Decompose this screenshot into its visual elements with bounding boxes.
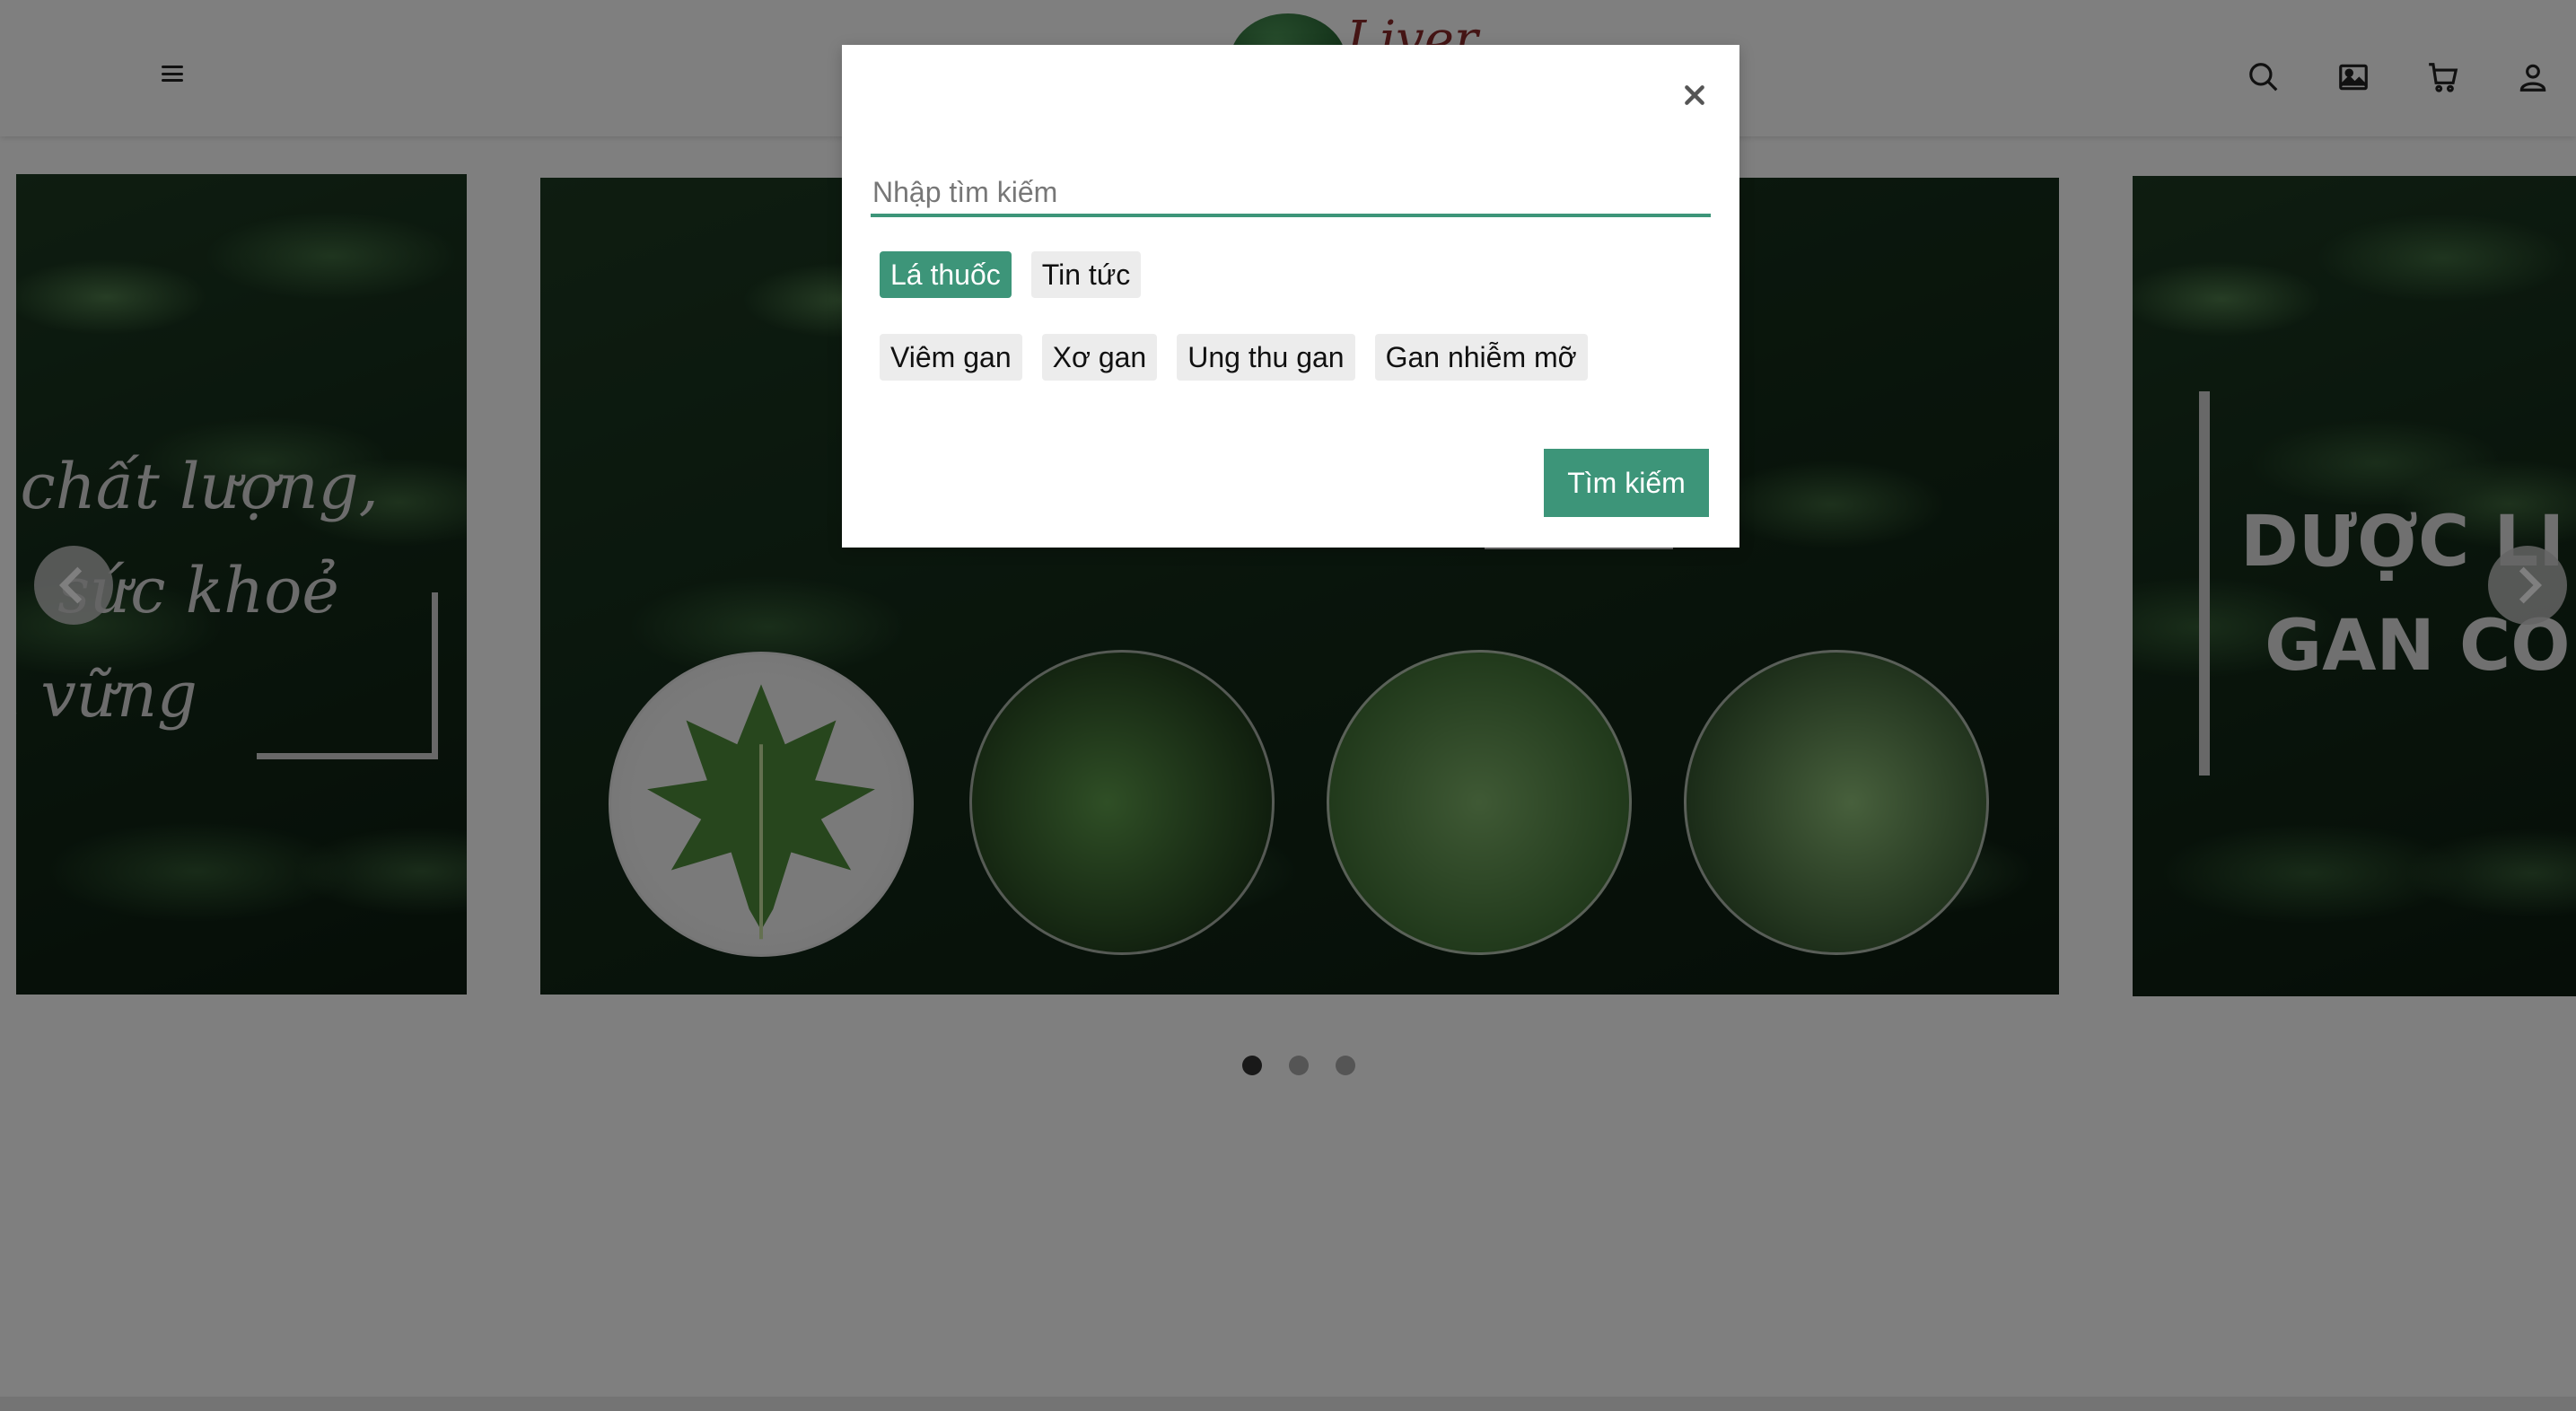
tag-chip-ung-thu-gan[interactable]: Ung thu gan [1177,334,1355,381]
category-chip-la-thuoc[interactable]: Lá thuốc [880,251,1012,298]
search-input[interactable] [871,171,1711,217]
search-modal: Lá thuốc Tin tức Viêm gan Xơ gan Ung thu… [842,45,1739,548]
search-tag-list: Viêm gan Xơ gan Ung thu gan Gan nhiễm mỡ [880,334,1588,381]
search-category-list: Lá thuốc Tin tức [880,251,1142,298]
tag-chip-xo-gan[interactable]: Xơ gan [1041,334,1158,381]
category-chip-tin-tuc[interactable]: Tin tức [1030,251,1142,298]
search-submit-button[interactable]: Tìm kiếm [1544,449,1709,517]
tag-chip-viem-gan[interactable]: Viêm gan [880,334,1022,381]
close-icon[interactable] [1677,77,1713,113]
tag-chip-gan-nhiem-mo[interactable]: Gan nhiễm mỡ [1374,334,1588,381]
